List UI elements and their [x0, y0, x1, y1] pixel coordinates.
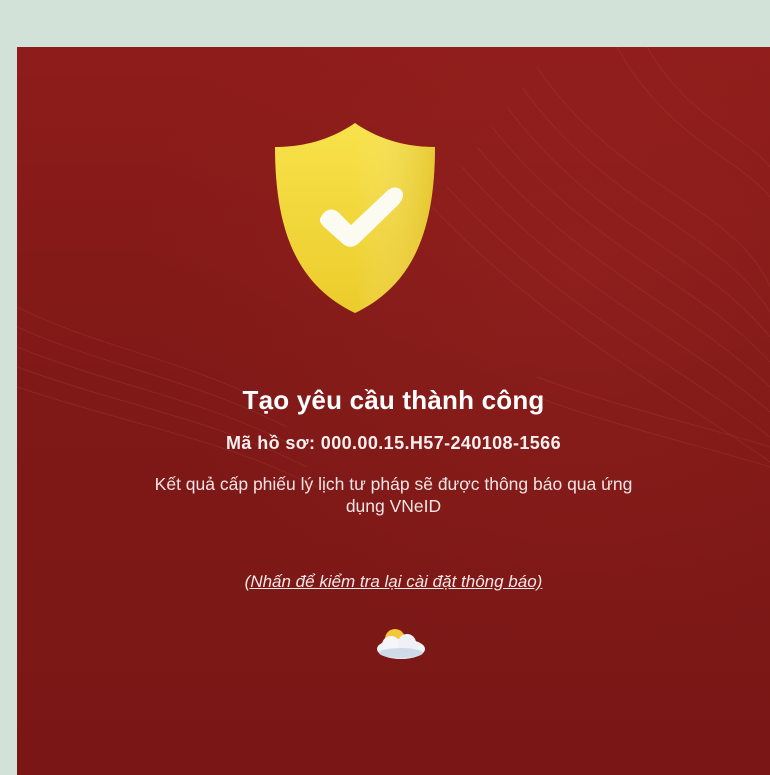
result-message-line-2: dụng VNeID — [345, 496, 442, 516]
success-title: Tạo yêu cầu thành công — [242, 385, 545, 415]
success-screen: Tạo yêu cầu thành công Mã hồ sơ: 000.00.… — [17, 47, 770, 775]
sun-cloud-icon — [377, 629, 425, 659]
shield-check-icon — [275, 123, 435, 313]
result-message-line-1: Kết quả cấp phiếu lý lịch tư pháp sẽ đượ… — [154, 474, 633, 494]
notification-settings-link[interactable]: (Nhấn để kiểm tra lại cài đặt thông báo) — [17, 572, 770, 592]
application-code: Mã hồ sơ: 000.00.15.H57-240108-1566 — [226, 433, 561, 453]
result-message: Kết quả cấp phiếu lý lịch tư pháp sẽ đượ… — [17, 473, 770, 517]
